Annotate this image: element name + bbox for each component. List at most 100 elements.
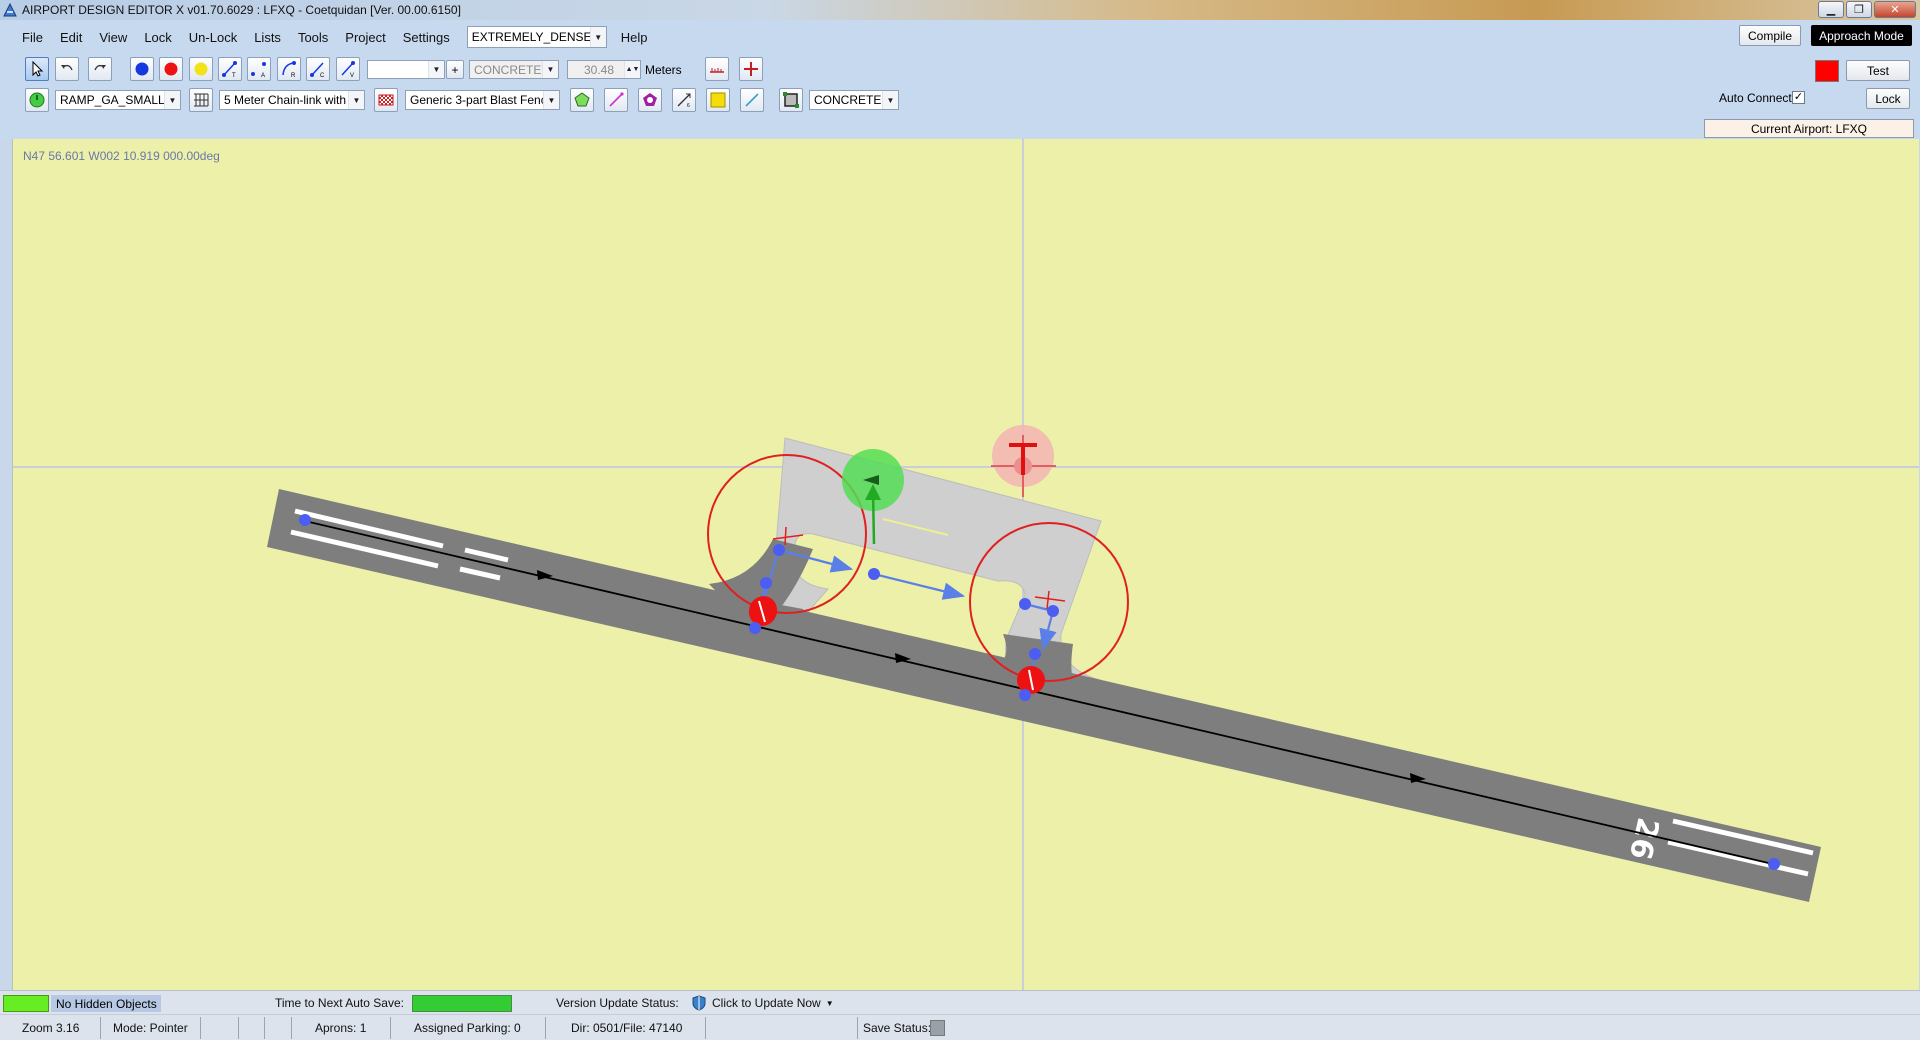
- runway-path-icon: R: [282, 61, 296, 78]
- approach-mode-button[interactable]: Approach Mode: [1811, 25, 1912, 46]
- version-label: Version Update Status:: [556, 996, 679, 1010]
- map-drawing[interactable]: 26: [13, 139, 1919, 990]
- lock-button[interactable]: Lock: [1866, 88, 1910, 109]
- pointer-tool-button[interactable]: [25, 57, 49, 81]
- test-button[interactable]: Test: [1846, 60, 1910, 81]
- menu-help[interactable]: Help: [621, 30, 648, 45]
- menu-lock[interactable]: Lock: [144, 30, 171, 45]
- taxi-sign-icon: [745, 93, 759, 107]
- taxi-sign-tool-button[interactable]: [740, 88, 764, 112]
- chevron-down-icon: ▼: [348, 91, 364, 109]
- minimize-button[interactable]: ▁: [1818, 1, 1844, 18]
- closed-path-button[interactable]: C: [306, 57, 330, 81]
- blue-node-icon: [135, 62, 149, 76]
- polygon-hole-tool-button[interactable]: [638, 88, 662, 112]
- status-color-swatch: [1815, 60, 1839, 82]
- red-node-button[interactable]: [159, 57, 183, 81]
- menu-project[interactable]: Project: [345, 30, 385, 45]
- parking-type-select[interactable]: RAMP_GA_SMALL ▼: [55, 90, 181, 110]
- menu-unlock[interactable]: Un-Lock: [189, 30, 237, 45]
- parking-tool-button[interactable]: [25, 88, 49, 112]
- toolbar-area: File Edit View Lock Un-Lock Lists Tools …: [0, 20, 1920, 139]
- yellow-square-icon: [710, 92, 726, 108]
- runway-path-button[interactable]: R: [277, 57, 301, 81]
- row2-surface-select[interactable]: CONCRETE ▼: [809, 90, 899, 110]
- menu-tools[interactable]: Tools: [298, 30, 328, 45]
- polygon-tool-button[interactable]: [570, 88, 594, 112]
- fence-type-value: 5 Meter Chain-link with be: [224, 93, 348, 107]
- fence-type-select[interactable]: 5 Meter Chain-link with be ▼: [219, 90, 365, 110]
- yellow-area-tool-button[interactable]: [706, 88, 730, 112]
- blue-node-button[interactable]: [130, 57, 154, 81]
- autosave-progress: [412, 995, 512, 1012]
- save-status-indicator: [930, 1020, 945, 1036]
- density-select[interactable]: EXTREMELY_DENSE ▼: [466, 26, 607, 48]
- hidden-objects-indicator: [3, 995, 49, 1012]
- menu-lists[interactable]: Lists: [254, 30, 281, 45]
- width-unit-label: Meters: [645, 63, 682, 77]
- svg-text:C: C: [320, 73, 325, 78]
- vehicle-path-icon: V: [341, 61, 355, 78]
- closed-path-icon: C: [310, 62, 325, 78]
- line-tool-button[interactable]: [604, 88, 628, 112]
- redo-button[interactable]: [88, 57, 112, 81]
- svg-text:R: R: [291, 73, 296, 78]
- hidden-objects-label[interactable]: No Hidden Objects: [51, 995, 161, 1012]
- close-button[interactable]: ✕: [1874, 1, 1916, 18]
- yellow-node-button[interactable]: [189, 57, 213, 81]
- menu-edit[interactable]: Edit: [60, 30, 82, 45]
- parking-type-value: RAMP_GA_SMALL: [60, 93, 165, 107]
- crosshair-button[interactable]: [739, 57, 763, 81]
- fence-tool-button[interactable]: [189, 88, 213, 112]
- row1-surface-select[interactable]: CONCRETE ▼: [469, 60, 559, 79]
- density-select-value: EXTREMELY_DENSE: [471, 30, 592, 44]
- chevron-down-icon: ▼: [164, 91, 180, 109]
- parking-icon: [29, 92, 45, 108]
- update-link[interactable]: Click to Update Now ▼: [692, 993, 834, 1013]
- chevron-down-icon: ▼: [589, 27, 606, 47]
- chevron-down-icon: ▼: [543, 91, 559, 109]
- polygon-hole-icon: [643, 93, 657, 106]
- taxi-node: [1047, 605, 1059, 617]
- ruler-button[interactable]: [705, 57, 729, 81]
- apron-tool-button[interactable]: [779, 88, 803, 112]
- width-stepper[interactable]: 30.48 ▲▼: [567, 60, 641, 79]
- pointer-icon: [32, 60, 44, 77]
- compile-button[interactable]: Compile: [1739, 25, 1801, 46]
- link-type-select[interactable]: ▼: [367, 60, 445, 79]
- update-link-text: Click to Update Now: [712, 996, 821, 1010]
- blast-fence-tool-button[interactable]: [374, 88, 398, 112]
- assigned-parking-count: Assigned Parking: 0: [414, 1021, 521, 1035]
- stepper-arrows-icon[interactable]: ▲▼: [624, 61, 640, 78]
- auto-connect-checkbox[interactable]: ✓: [1792, 91, 1805, 104]
- grid-icon: [194, 93, 209, 107]
- menu-view[interactable]: View: [99, 30, 127, 45]
- maximize-button[interactable]: ❐: [1846, 1, 1872, 18]
- edge-line-icon: 6: [677, 93, 691, 109]
- row2-surface-value: CONCRETE: [814, 93, 882, 107]
- apron-path-button[interactable]: A: [247, 57, 271, 81]
- undo-button[interactable]: [55, 57, 79, 81]
- red-node-icon: [164, 62, 178, 76]
- menu-file[interactable]: File: [22, 30, 43, 45]
- cursor-coordinates: N47 56.601 W002 10.919 000.00deg: [23, 149, 220, 163]
- add-link-button[interactable]: +: [446, 60, 464, 79]
- taxi-node: [773, 544, 785, 556]
- status-bar-bottom: Zoom 3.16 Mode: Pointer Aprons: 1 Assign…: [0, 1014, 1920, 1040]
- edge-line-tool-button[interactable]: 6: [672, 88, 696, 112]
- taxi-node: [749, 622, 761, 634]
- taxi-path-button[interactable]: T: [218, 57, 242, 81]
- taxi-node: [1019, 689, 1031, 701]
- menu-settings[interactable]: Settings: [403, 30, 450, 45]
- taxi-node: [1019, 598, 1031, 610]
- chevron-down-icon: ▼: [428, 61, 444, 78]
- window-title: AIRPORT DESIGN EDITOR X v01.70.6029 : LF…: [22, 3, 461, 17]
- zoom-level: Zoom 3.16: [22, 1021, 80, 1035]
- apron-tool-icon: [783, 92, 799, 108]
- taxi-node: [1029, 648, 1041, 660]
- current-airport-label: Current Airport: LFXQ: [1704, 119, 1914, 138]
- map-canvas[interactable]: N47 56.601 W002 10.919 000.00deg 26: [12, 139, 1919, 990]
- autosave-label: Time to Next Auto Save:: [275, 996, 404, 1010]
- vehicle-path-button[interactable]: V: [336, 57, 360, 81]
- blast-fence-select[interactable]: Generic 3-part Blast Fence ▼: [405, 90, 560, 110]
